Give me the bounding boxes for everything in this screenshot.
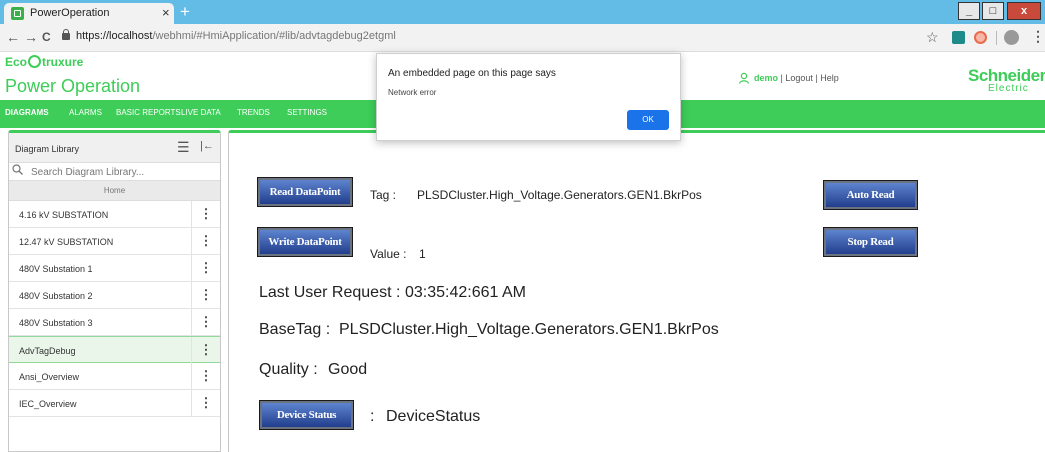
- device-status-button[interactable]: Device Status: [260, 401, 353, 429]
- value-value: 1: [419, 247, 426, 261]
- diagram-item-label: 480V Substation 1: [19, 264, 93, 274]
- more-options-icon[interactable]: ⋮: [191, 390, 220, 416]
- toolbar-divider: [996, 31, 997, 45]
- user-links: demo | Logout | Help: [754, 73, 839, 83]
- extension-record-icon[interactable]: [974, 31, 987, 44]
- alert-dialog: An embedded page on this page says Netwo…: [376, 53, 681, 141]
- url-field[interactable]: https://localhost/webhmi/#HmiApplication…: [76, 30, 396, 42]
- bookmark-star-icon[interactable]: ☆: [926, 29, 939, 46]
- diagram-item-ansi-overview[interactable]: Ansi_Overview ⋮: [9, 363, 220, 390]
- diagram-item-480v-substation-2[interactable]: 480V Substation 2 ⋮: [9, 282, 220, 309]
- menu-diagrams[interactable]: DIAGRAMS: [5, 108, 49, 117]
- username-link[interactable]: demo: [754, 73, 778, 83]
- diagram-item-iec-overview[interactable]: IEC_Overview ⋮: [9, 390, 220, 417]
- window-close-button[interactable]: x: [1007, 2, 1041, 20]
- more-options-icon[interactable]: ⋮: [191, 309, 220, 335]
- diagram-item-480v-substation-3[interactable]: 480V Substation 3 ⋮: [9, 309, 220, 336]
- diagram-item-480v-substation-1[interactable]: 480V Substation 1 ⋮: [9, 255, 220, 282]
- write-datapoint-button[interactable]: Write DataPoint: [258, 228, 352, 256]
- menu-settings[interactable]: SETTINGS: [287, 108, 327, 117]
- dialog-ok-button[interactable]: OK: [627, 110, 669, 130]
- link-separator: |: [815, 73, 818, 83]
- back-arrow-icon[interactable]: ←: [6, 29, 20, 45]
- help-link[interactable]: Help: [820, 73, 839, 83]
- more-options-icon[interactable]: ⋮: [191, 201, 220, 227]
- diagram-item-12-47kv-substation[interactable]: 12.47 kV SUBSTATION ⋮: [9, 228, 220, 255]
- lock-icon: [62, 29, 70, 40]
- window-maximize-button[interactable]: □: [982, 2, 1004, 20]
- more-options-icon[interactable]: ⋮: [191, 255, 220, 281]
- collapse-panel-icon[interactable]: |←: [200, 140, 214, 152]
- browser-menu-icon[interactable]: ⋮: [1031, 28, 1045, 45]
- stop-read-button[interactable]: Stop Read: [824, 228, 917, 256]
- last-request-value: 03:35:42:661 AM: [405, 284, 526, 301]
- diagram-view: Read DataPoint Tag : PLSDCluster.High_Vo…: [228, 130, 1045, 452]
- menu-live-data[interactable]: LIVE DATA: [181, 108, 221, 117]
- app-window: PowerOperation × + _ □ x ← → C https://l…: [0, 0, 1045, 452]
- diagram-item-label: IEC_Overview: [19, 399, 77, 409]
- tag-label: Tag :: [370, 188, 397, 202]
- new-tab-button[interactable]: +: [180, 2, 190, 22]
- home-breadcrumb[interactable]: Home: [9, 181, 220, 201]
- profile-avatar-icon[interactable]: [1004, 30, 1019, 45]
- link-separator: |: [780, 73, 783, 83]
- reload-icon[interactable]: C: [42, 30, 51, 44]
- diagram-search-input[interactable]: [31, 165, 211, 179]
- brand-wordmark: Eco truxure: [5, 55, 83, 69]
- menu-basic-reports[interactable]: BASIC REPORTS: [116, 108, 181, 117]
- diagram-item-advtagdebug[interactable]: AdvTagDebug ⋮: [9, 336, 220, 363]
- brand-mark-icon: [28, 55, 42, 68]
- tag-value: PLSDCluster.High_Voltage.Generators.GEN1…: [417, 188, 702, 202]
- device-status-value: DeviceStatus: [386, 408, 481, 425]
- brand-suffix: truxure: [42, 55, 84, 69]
- forward-arrow-icon[interactable]: →: [24, 29, 38, 45]
- read-datapoint-button[interactable]: Read DataPoint: [258, 178, 352, 206]
- product-name: Power Operation: [5, 76, 141, 96]
- diagram-item-label: 12.47 kV SUBSTATION: [19, 237, 114, 247]
- logout-link[interactable]: Logout: [785, 73, 813, 83]
- more-options-icon[interactable]: ⋮: [191, 282, 220, 308]
- browser-tab-strip: PowerOperation × + _ □ x: [0, 0, 1045, 24]
- value-label: Value :: [370, 247, 407, 261]
- quality-value: Good: [328, 361, 368, 378]
- browser-tab[interactable]: PowerOperation ×: [4, 3, 174, 24]
- diagram-library-header: Diagram Library ☰ |←: [9, 133, 220, 163]
- menu-alarms[interactable]: ALARMS: [69, 108, 102, 117]
- diagram-item-label: 480V Substation 2: [19, 291, 93, 301]
- diagram-item-label: 480V Substation 3: [19, 318, 93, 328]
- diagram-search: [9, 163, 220, 181]
- diagram-list: 4.16 kV SUBSTATION ⋮ 12.47 kV SUBSTATION…: [9, 201, 220, 417]
- diagram-item-label: AdvTagDebug: [19, 346, 76, 356]
- tab-title: PowerOperation: [30, 7, 110, 19]
- extension-icon[interactable]: [952, 31, 965, 44]
- more-options-icon[interactable]: ⋮: [191, 363, 220, 389]
- basetag-value: PLSDCluster.High_Voltage.Generators.GEN1…: [339, 321, 719, 338]
- auto-read-button[interactable]: Auto Read: [824, 181, 917, 209]
- menu-trends[interactable]: TRENDS: [237, 108, 270, 117]
- search-icon: [12, 164, 23, 178]
- basetag-label: BaseTag :: [259, 321, 331, 338]
- diagram-library-panel: Diagram Library ☰ |← Home 4.16 kV SUBSTA…: [8, 130, 221, 452]
- dialog-message: Network error: [388, 88, 437, 97]
- address-bar: ← → C https://localhost/webhmi/#HmiAppli…: [0, 24, 1045, 52]
- url-path: /webhmi/#HmiApplication/#lib/advtagdebug…: [152, 30, 396, 42]
- diagram-item-label: Ansi_Overview: [19, 372, 80, 382]
- user-icon: [738, 72, 750, 87]
- url-host: https://localhost: [76, 30, 153, 42]
- device-status-separator: :: [370, 408, 375, 425]
- last-request-label: Last User Request :: [259, 284, 401, 301]
- more-options-icon[interactable]: ⋮: [191, 337, 220, 363]
- diagram-item-4-16kv-substation[interactable]: 4.16 kV SUBSTATION ⋮: [9, 201, 220, 228]
- window-minimize-button[interactable]: _: [958, 2, 980, 20]
- dialog-title: An embedded page on this page says: [388, 68, 556, 79]
- schneider-logo: Schneider Electric: [968, 66, 1045, 94]
- diagram-library-title: Diagram Library: [15, 144, 80, 154]
- app-favicon-icon: [11, 7, 24, 20]
- diagram-item-label: 4.16 kV SUBSTATION: [19, 210, 109, 220]
- quality-label: Quality :: [259, 361, 318, 378]
- more-options-icon[interactable]: ⋮: [191, 228, 220, 254]
- hamburger-menu-icon[interactable]: ☰: [177, 139, 190, 156]
- brand-prefix: Eco: [5, 55, 28, 69]
- tab-close-icon[interactable]: ×: [162, 5, 170, 20]
